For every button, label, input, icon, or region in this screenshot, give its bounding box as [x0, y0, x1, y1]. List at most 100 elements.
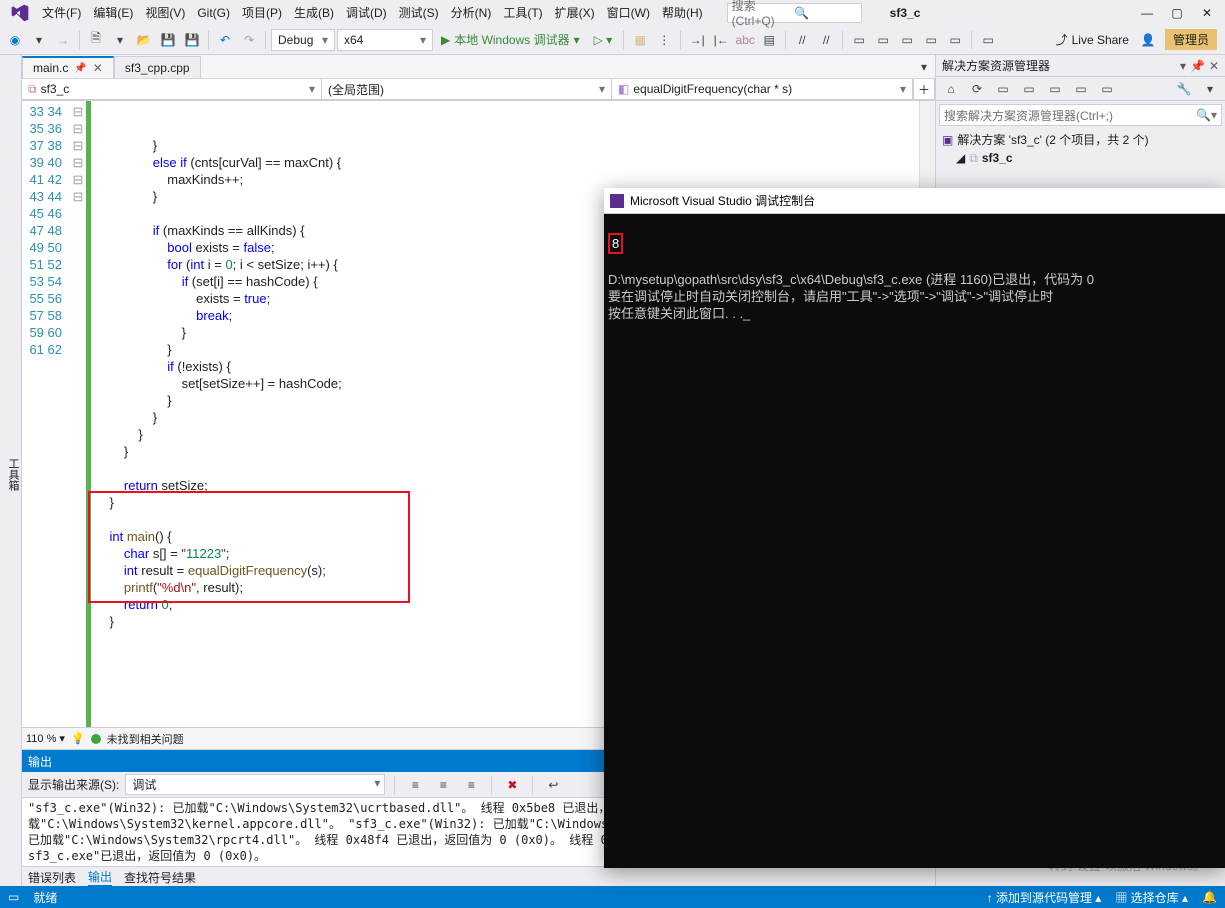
tab-sf3-cpp[interactable]: sf3_cpp.cpp: [114, 56, 201, 78]
menu-window[interactable]: 窗口(W): [601, 2, 656, 23]
maximize-button[interactable]: ▢: [1163, 3, 1191, 23]
close-tab-icon[interactable]: ✕: [93, 61, 103, 75]
se-tool-4[interactable]: ▭: [1018, 78, 1040, 100]
new-file-button[interactable]: 🗎: [85, 29, 107, 51]
menu-git[interactable]: Git(G): [191, 4, 236, 22]
comment-icon[interactable]: //: [791, 29, 813, 51]
uncomment-icon[interactable]: //: [815, 29, 837, 51]
search-input[interactable]: 搜索 (Ctrl+Q) 🔍: [727, 3, 862, 23]
console-body[interactable]: 8 D:\mysetup\gopath\src\dsy\sf3_c\x64\De…: [604, 214, 1225, 341]
toolbox-strip[interactable]: 工具箱: [0, 55, 22, 888]
status-src-control[interactable]: ↑ 添加到源代码管理 ▴: [987, 889, 1102, 906]
tab-dropdown-icon[interactable]: ▾: [913, 56, 935, 78]
out-btn-2[interactable]: ≡: [432, 774, 454, 796]
tab-findsymbol[interactable]: 查找符号结果: [124, 869, 196, 886]
out-wrap-icon[interactable]: ↩: [542, 774, 564, 796]
account-icon[interactable]: 👤: [1137, 29, 1159, 51]
tb-icon-1[interactable]: ▦: [629, 29, 651, 51]
nav-member-label: equalDigitFrequency(char * s): [633, 82, 792, 96]
tb-icon-c[interactable]: ▭: [896, 29, 918, 51]
editor-tabs: main.c 📌 ✕ sf3_cpp.cpp ▾: [22, 55, 935, 79]
se-search-input[interactable]: 搜索解决方案资源管理器(Ctrl+;) 🔍▾: [939, 104, 1222, 126]
tb-icon-f[interactable]: ▭: [977, 29, 999, 51]
line-numbers: 33 34 35 36 37 38 39 40 41 42 43 44 45 4…: [22, 101, 70, 727]
nav-plus-button[interactable]: ＋: [913, 79, 935, 100]
bookmark-icon[interactable]: ▤: [758, 29, 780, 51]
menu-view[interactable]: 视图(V): [139, 2, 191, 23]
redo-button[interactable]: ↷: [238, 29, 260, 51]
tb-icon-a[interactable]: ▭: [848, 29, 870, 51]
se-search-placeholder: 搜索解决方案资源管理器(Ctrl+;): [944, 107, 1196, 124]
out-clear-icon[interactable]: ✖: [501, 774, 523, 796]
menu-test[interactable]: 测试(S): [393, 2, 445, 23]
status-bell-icon[interactable]: 🔔: [1202, 890, 1217, 904]
debug-console-window[interactable]: Microsoft Visual Studio 调试控制台 8 D:\myset…: [604, 188, 1225, 868]
menu-extensions[interactable]: 扩展(X): [549, 2, 601, 23]
tb-icon-e[interactable]: ▭: [944, 29, 966, 51]
save-all-button[interactable]: 💾: [181, 29, 203, 51]
menu-project[interactable]: 项目(P): [236, 2, 288, 23]
menu-edit[interactable]: 编辑(E): [87, 2, 139, 23]
module-icon: ⧉: [28, 82, 37, 97]
out-btn-1[interactable]: ≡: [404, 774, 426, 796]
nav-back-button[interactable]: ◉: [4, 29, 26, 51]
menu-help[interactable]: 帮助(H): [656, 2, 709, 23]
nav-scope[interactable]: ⧉sf3_c▾: [22, 79, 322, 100]
nav-member[interactable]: ◧equalDigitFrequency(char * s)▾: [612, 79, 913, 100]
undo-button[interactable]: ↶: [214, 29, 236, 51]
se-pin-icon[interactable]: 📌: [1190, 59, 1205, 73]
tb-icon-b[interactable]: ▭: [872, 29, 894, 51]
se-dropdown-icon[interactable]: ▾: [1180, 59, 1186, 73]
lightbulb-icon[interactable]: 💡: [71, 732, 85, 745]
status-repo[interactable]: ▦ 选择仓库 ▴: [1115, 889, 1188, 906]
se-close-icon[interactable]: ✕: [1209, 59, 1219, 73]
expand-icon[interactable]: ◢: [956, 149, 965, 167]
se-project-node[interactable]: ◢⧉sf3_c: [942, 149, 1219, 167]
fold-margin[interactable]: ⊟ ⊟ ⊟ ⊟ ⊟ ⊟: [70, 101, 86, 727]
run-button[interactable]: ▶ 本地 Windows 调试器 ▾: [435, 31, 586, 48]
abc-icon[interactable]: abc: [734, 29, 756, 51]
se-wrench-icon[interactable]: 🔧: [1173, 78, 1195, 100]
se-tool-7[interactable]: ▭: [1096, 78, 1118, 100]
menu-build[interactable]: 生成(B): [288, 2, 340, 23]
indent-in-icon[interactable]: →|: [686, 29, 708, 51]
se-tool-5[interactable]: ▭: [1044, 78, 1066, 100]
save-button[interactable]: 💾: [157, 29, 179, 51]
menu-debug[interactable]: 调试(D): [340, 2, 393, 23]
tab-output[interactable]: 输出: [88, 868, 112, 887]
se-sync-icon[interactable]: ⟳: [966, 78, 988, 100]
status-src-label: 添加到源代码管理: [996, 891, 1092, 905]
indent-out-icon[interactable]: |←: [710, 29, 732, 51]
se-home-icon[interactable]: ⌂: [940, 78, 962, 100]
platform-combo[interactable]: x64▾: [337, 29, 433, 51]
close-button[interactable]: ✕: [1193, 3, 1221, 23]
se-solution-node[interactable]: ▣解决方案 'sf3_c' (2 个项目，共 2 个): [942, 131, 1219, 149]
tb-icon-2[interactable]: ⋮: [653, 29, 675, 51]
config-combo[interactable]: Debug▾: [271, 29, 335, 51]
pin-icon[interactable]: 📌: [74, 63, 86, 74]
zoom-combo[interactable]: 110 % ▾: [26, 732, 65, 745]
menu-file[interactable]: 文件(F): [36, 2, 87, 23]
run-noDebug-button[interactable]: ▷ ▾: [588, 33, 619, 47]
open-button[interactable]: 📂: [133, 29, 155, 51]
se-dd-icon[interactable]: ▾: [1199, 78, 1221, 100]
tab-main-c[interactable]: main.c 📌 ✕: [22, 56, 114, 78]
liveshare-button[interactable]: ⤴ Live Share: [1050, 31, 1135, 48]
se-tree[interactable]: ▣解决方案 'sf3_c' (2 个项目，共 2 个) ◢⧉sf3_c: [936, 129, 1225, 169]
se-tool-6[interactable]: ▭: [1070, 78, 1092, 100]
se-tool-3[interactable]: ▭: [992, 78, 1014, 100]
tab-errorlist[interactable]: 错误列表: [28, 869, 76, 886]
nav-back-dd[interactable]: ▾: [28, 29, 50, 51]
nav-fwd-button[interactable]: →: [52, 29, 74, 51]
new-file-dd[interactable]: ▾: [109, 29, 131, 51]
menu-analyze[interactable]: 分析(N): [445, 2, 498, 23]
nav-region[interactable]: (全局范围)▾: [322, 79, 612, 100]
menu-tools[interactable]: 工具(T): [497, 2, 548, 23]
tab-label: main.c: [33, 61, 68, 75]
minimize-button[interactable]: —: [1133, 3, 1161, 23]
function-icon: ◧: [618, 82, 629, 96]
console-titlebar[interactable]: Microsoft Visual Studio 调试控制台: [604, 188, 1225, 214]
out-btn-3[interactable]: ≡: [460, 774, 482, 796]
output-source-combo[interactable]: 调试: [125, 774, 385, 795]
tb-icon-d[interactable]: ▭: [920, 29, 942, 51]
